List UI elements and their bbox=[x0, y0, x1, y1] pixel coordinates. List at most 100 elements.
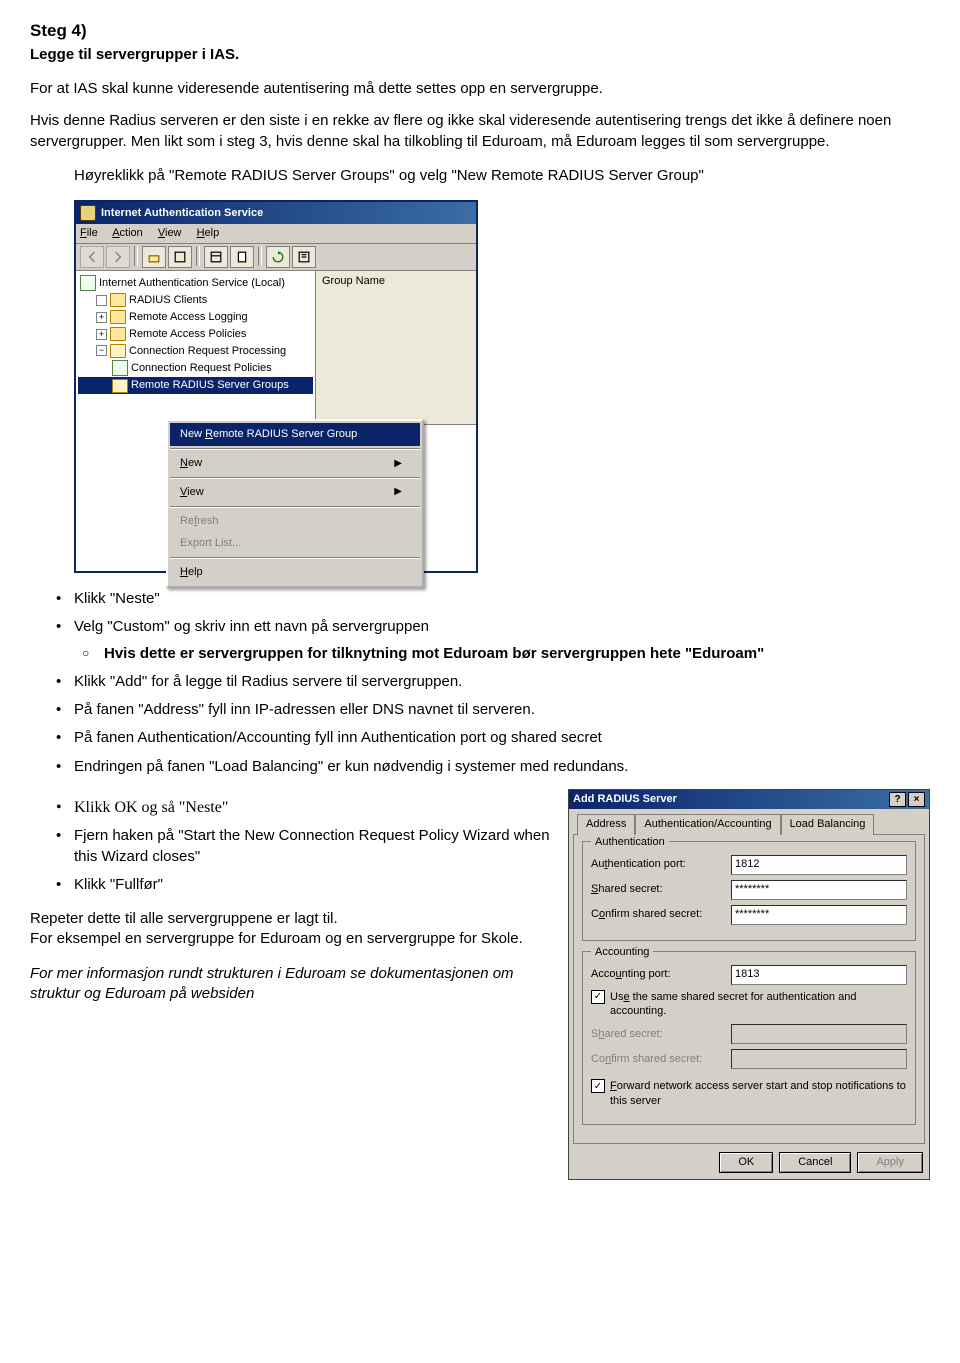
auth-confirm-label: Confirm shared secret: bbox=[591, 907, 731, 922]
cancel-button[interactable]: Cancel bbox=[779, 1152, 851, 1173]
close-button[interactable]: × bbox=[908, 792, 925, 807]
tree-connection-request-policies[interactable]: Connection Request Policies bbox=[78, 359, 313, 377]
submenu-arrow-icon: ▶ bbox=[394, 485, 402, 499]
up-button[interactable] bbox=[142, 246, 166, 268]
step-subheading: Legge til servergrupper i IAS. bbox=[30, 45, 930, 65]
outro-line-2: For eksempel en servergruppe for Eduroam… bbox=[30, 930, 523, 947]
tree-remote-access-policies[interactable]: +Remote Access Policies bbox=[78, 326, 313, 343]
tab-load-balancing[interactable]: Load Balancing bbox=[781, 814, 875, 835]
bullet-item: På fanen "Address" fyll inn IP-adressen … bbox=[74, 700, 930, 720]
ctx-separator bbox=[170, 506, 420, 508]
bullet-item: Fjern haken på "Start the New Connection… bbox=[74, 826, 558, 867]
bullet-item: Klikk "Fullfør" bbox=[74, 875, 558, 895]
bullet-item: Endringen på fanen "Load Balancing" er k… bbox=[74, 757, 930, 777]
dialog-title-text: Add RADIUS Server bbox=[573, 792, 677, 807]
context-menu: New Remote RADIUS Server Group New▶ View… bbox=[166, 419, 424, 588]
intro-para-2: Hvis denne Radius serveren er den siste … bbox=[30, 111, 930, 152]
instruction-text: Høyreklikk på "Remote RADIUS Server Grou… bbox=[74, 166, 930, 186]
menu-help[interactable]: Help bbox=[197, 227, 220, 239]
ctx-new[interactable]: New▶ bbox=[170, 452, 420, 475]
sub-bullet-item: Hvis dette er servergruppen for tilknytn… bbox=[104, 644, 930, 664]
forward-notifications-label: Forward network access server start and … bbox=[610, 1079, 907, 1109]
step-heading: Steg 4) bbox=[30, 20, 930, 43]
tab-address[interactable]: Address bbox=[577, 814, 635, 835]
acct-port-input[interactable]: 1813 bbox=[731, 965, 907, 985]
same-secret-label: Use the same shared secret for authentic… bbox=[610, 990, 907, 1020]
auth-groupbox: Authentication Authentication port: 1812… bbox=[582, 841, 916, 941]
auth-legend: Authentication bbox=[591, 835, 669, 850]
tab-auth-accounting[interactable]: Authentication/Accounting bbox=[635, 814, 780, 835]
ctx-view[interactable]: View▶ bbox=[170, 481, 420, 504]
auth-confirm-input[interactable]: ******** bbox=[731, 905, 907, 925]
ctx-separator bbox=[170, 557, 420, 559]
expand-icon[interactable]: + bbox=[96, 312, 107, 323]
auth-port-label: Authentication port: bbox=[591, 857, 731, 872]
tree-connection-request-processing[interactable]: −Connection Request Processing bbox=[78, 343, 313, 360]
intro-para-1: For at IAS skal kunne videresende autent… bbox=[30, 79, 930, 99]
step-bullet-list: Klikk "Neste" Velg "Custom" og skriv inn… bbox=[30, 589, 930, 777]
menu-view[interactable]: View bbox=[158, 227, 182, 239]
ctx-new-remote-radius-server-group[interactable]: New Remote RADIUS Server Group bbox=[170, 423, 420, 446]
mmc-title-text: Internet Authentication Service bbox=[101, 206, 263, 221]
menu-action[interactable]: Action bbox=[112, 227, 143, 239]
toolbar-btn-3[interactable] bbox=[204, 246, 228, 268]
toolbar-btn-2[interactable] bbox=[168, 246, 192, 268]
apply-button[interactable]: Apply bbox=[857, 1152, 923, 1173]
acct-groupbox: Accounting Accounting port: 1813 ✓ Use t… bbox=[582, 951, 916, 1125]
ok-button[interactable]: OK bbox=[719, 1152, 773, 1173]
mmc-toolbar bbox=[76, 244, 476, 271]
tree-remote-access-logging[interactable]: +Remote Access Logging bbox=[78, 309, 313, 326]
toolbar-btn-4[interactable] bbox=[230, 246, 254, 268]
acct-legend: Accounting bbox=[591, 945, 653, 960]
tree-radius-clients[interactable]: RADIUS Clients bbox=[78, 292, 313, 309]
folder-open-icon bbox=[110, 344, 126, 358]
list-column-header[interactable]: Group Name bbox=[316, 271, 476, 425]
forward-button bbox=[106, 246, 130, 268]
acct-confirm-input bbox=[731, 1049, 907, 1069]
bullet-item: Klikk "Add" for å legge til Radius serve… bbox=[74, 672, 930, 692]
acct-port-label: Accounting port: bbox=[591, 967, 731, 982]
tree-remote-radius-server-groups[interactable]: Remote RADIUS Server Groups bbox=[78, 377, 313, 394]
app-icon bbox=[80, 205, 96, 221]
folder-open-icon bbox=[112, 379, 128, 393]
ctx-separator bbox=[170, 448, 420, 450]
acct-confirm-label: Confirm shared secret: bbox=[591, 1052, 731, 1067]
help-button[interactable]: ? bbox=[889, 792, 906, 807]
back-button bbox=[80, 246, 104, 268]
outro-line-1: Repeter dette til alle servergruppene er… bbox=[30, 910, 338, 927]
dialog-button-row: OK Cancel Apply bbox=[569, 1148, 929, 1179]
submenu-arrow-icon: ▶ bbox=[394, 457, 402, 471]
toolbar-separator bbox=[134, 246, 138, 266]
refresh-button[interactable] bbox=[266, 246, 290, 268]
collapse-icon[interactable] bbox=[96, 295, 107, 306]
toolbar-btn-6[interactable] bbox=[292, 246, 316, 268]
folder-icon bbox=[110, 327, 126, 341]
auth-secret-label: Shared secret: bbox=[591, 882, 731, 897]
ctx-export-list[interactable]: Export List... bbox=[170, 532, 420, 555]
server-icon bbox=[80, 275, 96, 291]
dialog-tabs: Address Authentication/Accounting Load B… bbox=[569, 809, 929, 834]
auth-port-input[interactable]: 1812 bbox=[731, 855, 907, 875]
collapse-icon[interactable]: − bbox=[96, 345, 107, 356]
folder-icon bbox=[110, 310, 126, 324]
ctx-help[interactable]: Help bbox=[170, 561, 420, 584]
expand-icon[interactable]: + bbox=[96, 329, 107, 340]
ctx-refresh[interactable]: Refresh bbox=[170, 510, 420, 533]
same-secret-checkbox[interactable]: ✓ bbox=[591, 990, 605, 1004]
bullet-item: På fanen Authentication/Accounting fyll … bbox=[74, 728, 930, 748]
auth-secret-input[interactable]: ******** bbox=[731, 880, 907, 900]
mmc-titlebar: Internet Authentication Service bbox=[76, 202, 476, 224]
menu-file[interactable]: File bbox=[80, 227, 98, 239]
mmc-window: Internet Authentication Service File Act… bbox=[74, 200, 478, 573]
dialog-titlebar: Add RADIUS Server ? × bbox=[569, 790, 929, 809]
ctx-separator bbox=[170, 477, 420, 479]
toolbar-separator bbox=[196, 246, 200, 266]
tree-root[interactable]: Internet Authentication Service (Local) bbox=[78, 274, 313, 292]
folder-icon bbox=[110, 293, 126, 307]
toolbar-separator bbox=[258, 246, 262, 266]
add-radius-server-dialog: Add RADIUS Server ? × Address Authentica… bbox=[568, 789, 930, 1180]
policy-icon bbox=[112, 360, 128, 376]
bullet-item: Klikk OK og så "Neste" bbox=[74, 797, 558, 819]
forward-notifications-checkbox[interactable]: ✓ bbox=[591, 1079, 605, 1093]
mmc-menubar: File Action View Help bbox=[76, 224, 476, 244]
